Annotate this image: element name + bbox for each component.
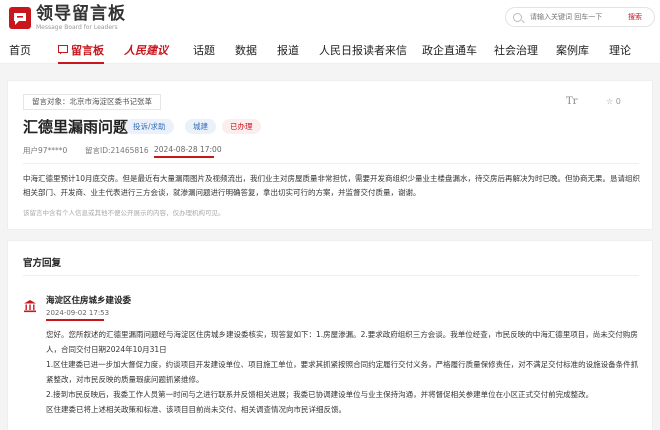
nav-readers-letters[interactable]: 人民日报读者来信 <box>319 42 407 58</box>
reply-paragraph: 区住建委已将上述相关政策和标准、该项目目前尚未交付、相关调查情况向市民详细反馈。 <box>46 405 346 414</box>
reply-org: 海淀区住房城乡建设委 <box>46 296 132 306</box>
nav-case-library[interactable]: 案例库 <box>556 42 589 58</box>
font-size-icon[interactable]: Tr <box>566 96 577 107</box>
logo-icon <box>8 6 32 30</box>
message-target: 留言对象：北京市海淀区委书记张革 <box>23 94 161 110</box>
search-box: 搜索 <box>505 7 655 27</box>
search-input[interactable] <box>530 13 625 21</box>
nav-message-board-label: 留言板 <box>71 44 104 57</box>
nav-topics[interactable]: 话题 <box>193 42 215 58</box>
reply-paragraph: 1.区住建委已进一步加大督促力度，约谈项目开发建设单位、项目施工单位，要求其抓紧… <box>46 360 639 384</box>
search-button[interactable]: 搜索 <box>628 12 642 22</box>
reply-body: 您好。您所叙述的汇德里漏雨问题经与海淀区住房城乡建设委核实，现答复如下：1.房屋… <box>46 327 644 417</box>
nav-social-governance[interactable]: 社会治理 <box>494 42 538 58</box>
government-building-icon <box>24 300 36 313</box>
main-nav: 首页 留言板 人民建议 话题 数据 报道 人民日报读者来信 政企直通车 社会治理… <box>0 36 660 64</box>
message-user: 用户97****0 <box>23 146 68 155</box>
divider <box>23 275 639 276</box>
nav-theory[interactable]: 理论 <box>609 42 631 58</box>
site-logo[interactable]: 领导留言板 Message Board for Leaders <box>8 4 126 32</box>
message-id: 留言ID:21465816 <box>85 146 149 155</box>
message-title: 汇德里漏雨问题 <box>23 118 129 136</box>
section-title: 官方回复 <box>23 258 62 269</box>
nav-home[interactable]: 首页 <box>9 42 31 58</box>
reply-paragraph: 2.接到市民反映后，我委工作人员第一时间与之进行联系并反馈相关进展；我委已协调建… <box>46 390 594 399</box>
privacy-notice: 该留言中含有个人信息或其他不便公开展示的内容，仅办理机构可见。 <box>23 209 225 217</box>
logo-title: 领导留言板 <box>36 3 126 24</box>
logo-subtitle: Message Board for Leaders <box>36 23 118 31</box>
message-card: 留言对象：北京市海淀区委书记张革 Tr ☆ 0 汇德里漏雨问题 投诉/求助 城建… <box>7 80 653 230</box>
reply-date: 2024-09-02 17:53 <box>46 309 110 317</box>
reply-date-underline <box>46 319 104 321</box>
date-underline <box>154 156 214 158</box>
favorite-button[interactable]: ☆ 0 <box>606 97 621 106</box>
top-bar: 领导留言板 Message Board for Leaders 搜索 <box>0 0 660 36</box>
official-reply-card: 官方回复 海淀区住房城乡建设委 2024-09-02 17:53 您好。您所叙述… <box>7 240 653 430</box>
message-date: 2024-08-28 17:00 <box>154 145 222 154</box>
star-icon: ☆ <box>606 97 614 106</box>
nav-reports[interactable]: 报道 <box>277 42 299 58</box>
nav-gov-enterprise[interactable]: 政企直通车 <box>422 42 477 58</box>
nav-people-suggestion[interactable]: 人民建议 <box>124 42 168 58</box>
reply-paragraph: 您好。您所叙述的汇德里漏雨问题经与海淀区住房城乡建设委核实，现答复如下：1.房屋… <box>46 330 638 354</box>
tag-category: 城建 <box>185 119 216 134</box>
message-icon <box>58 45 68 55</box>
message-body: 中海汇德里预计10月底交房。但是最近有大量漏雨图片及视频流出，我们业主对房屋质量… <box>23 174 641 197</box>
nav-data[interactable]: 数据 <box>235 42 257 58</box>
tag-status: 已办理 <box>222 119 261 134</box>
search-icon <box>513 12 522 22</box>
divider <box>23 163 639 164</box>
nav-message-board[interactable]: 留言板 <box>58 42 104 64</box>
tag-type: 投诉/求助 <box>125 119 174 134</box>
favorite-count: 0 <box>615 97 621 106</box>
